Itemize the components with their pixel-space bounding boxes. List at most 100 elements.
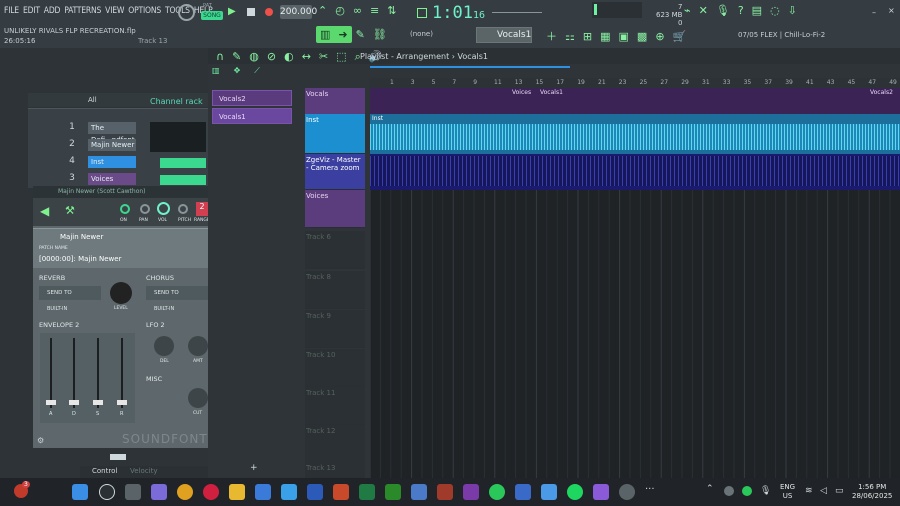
- copilot-icon[interactable]: [151, 484, 167, 500]
- browser-icon[interactable]: ▣: [619, 30, 629, 43]
- timeline-ruler[interactable]: 1 3 5 7 9 11 13 15 17 19 21 23 25 27 29 31 33 35 37 39 41 43 4…: [370, 78, 900, 88]
- mic-icon[interactable]: 🎙: [716, 4, 730, 17]
- start-icon[interactable]: [72, 484, 88, 500]
- tray-icon[interactable]: [742, 486, 752, 496]
- notes-icon[interactable]: [541, 484, 557, 500]
- arrow-icon[interactable]: ➜: [338, 28, 347, 41]
- wifi-icon[interactable]: ≋: [805, 486, 813, 496]
- clock[interactable]: 1:56 PM 28/06/2025: [852, 483, 892, 501]
- track-header-voices[interactable]: Voices: [305, 190, 365, 228]
- mute-icon[interactable]: ◐: [284, 50, 294, 63]
- slip-icon[interactable]: ↔: [302, 50, 311, 63]
- step-buttons[interactable]: [160, 175, 206, 185]
- lfo-amt-knob[interactable]: [188, 336, 208, 356]
- play-icon[interactable]: ▶: [228, 6, 236, 17]
- help-icon[interactable]: ?: [738, 4, 744, 17]
- control-label[interactable]: Control: [92, 467, 117, 475]
- plugin-db-icon[interactable]: ⊕: [655, 30, 664, 43]
- fl-studio-icon[interactable]: [281, 484, 297, 500]
- piano-icon[interactable]: ▦: [600, 30, 610, 43]
- select-icon[interactable]: ⬚: [336, 50, 346, 63]
- explorer-icon[interactable]: [229, 484, 245, 500]
- cut-knob[interactable]: [188, 388, 208, 408]
- close-icon[interactable]: ✕: [699, 4, 708, 17]
- decay-handle[interactable]: [69, 400, 79, 405]
- menu-add[interactable]: ADD: [44, 6, 61, 16]
- decay-slider[interactable]: [73, 338, 75, 408]
- sustain-handle[interactable]: [93, 400, 103, 405]
- photos-icon[interactable]: [411, 484, 427, 500]
- piano-keys-icon[interactable]: ▥: [212, 66, 220, 75]
- magnet-icon[interactable]: ∩: [216, 50, 224, 63]
- track-header-camera[interactable]: ZgeViz - Master - Camera zoom: [305, 154, 365, 190]
- chorus-builtin[interactable]: BUILT-IN: [154, 306, 174, 312]
- add-pattern-icon[interactable]: +: [250, 463, 258, 473]
- channel-name[interactable]: The Defi...ndfont: [88, 122, 136, 144]
- metronome-icon[interactable]: ⌃: [318, 4, 327, 17]
- powerpoint-icon[interactable]: [333, 484, 349, 500]
- vocals-clip[interactable]: [370, 88, 900, 114]
- settings-icon[interactable]: ⚙: [37, 436, 44, 445]
- volume-icon[interactable]: ◁: [820, 486, 827, 496]
- channel-rack-title[interactable]: Channel rack: [150, 97, 203, 106]
- chevron-up-icon[interactable]: ⌃: [706, 484, 714, 494]
- language-indicator[interactable]: ENG US: [780, 483, 795, 501]
- speaker-icon[interactable]: ◀: [40, 204, 49, 218]
- minimize-button[interactable]: –: [872, 8, 876, 17]
- track-header-empty[interactable]: Track 8: [305, 271, 365, 309]
- pattern-item[interactable]: Vocals1: [212, 108, 292, 124]
- sustain-slider[interactable]: [97, 338, 99, 408]
- wrench-icon[interactable]: ⚒: [65, 204, 75, 217]
- whatsapp-icon[interactable]: [489, 484, 505, 500]
- lfo-del-knob[interactable]: [154, 336, 174, 356]
- tray-icon[interactable]: [724, 486, 734, 496]
- vol-knob[interactable]: [157, 202, 170, 215]
- slice-icon[interactable]: ✂: [319, 50, 328, 63]
- menu-file[interactable]: FILE: [4, 6, 19, 16]
- word-icon[interactable]: [307, 484, 323, 500]
- opera-icon[interactable]: [203, 484, 219, 500]
- graph-icon[interactable]: ⌁: [684, 4, 691, 17]
- taskview-icon[interactable]: [125, 484, 141, 500]
- channel-name[interactable]: Voices: [88, 173, 136, 185]
- channel-name[interactable]: Majin Newer: [88, 139, 136, 151]
- app-icon[interactable]: [437, 484, 453, 500]
- fl-active-icon[interactable]: [619, 484, 635, 500]
- media-icon[interactable]: [593, 484, 609, 500]
- onenote-icon[interactable]: [463, 484, 479, 500]
- pitch-knob[interactable]: [178, 4, 195, 21]
- track-header-empty[interactable]: Track 12: [305, 425, 365, 463]
- link-icon[interactable]: ⛓: [373, 28, 387, 41]
- menu-edit[interactable]: EDIT: [23, 6, 40, 16]
- spotify-icon[interactable]: [567, 484, 583, 500]
- pattern-none[interactable]: (none): [410, 30, 433, 38]
- pitch-knob[interactable]: [178, 204, 188, 214]
- window-close-button[interactable]: ×: [888, 6, 895, 15]
- news-ticker[interactable]: 07/05 FLEX | Chill-Lo-Fi-2: [738, 31, 825, 39]
- plugin-icon[interactable]: ▤: [752, 4, 762, 17]
- store-icon[interactable]: [255, 484, 271, 500]
- snap-icon[interactable]: [417, 8, 427, 18]
- blend-icon[interactable]: ⇅: [387, 4, 396, 17]
- search-icon[interactable]: [99, 484, 115, 500]
- pianoroll-icon[interactable]: ▥: [320, 28, 330, 41]
- mic-tray-icon[interactable]: 🎙: [760, 486, 771, 496]
- menu-patterns[interactable]: PATTERNS: [64, 6, 101, 16]
- reverb-builtin[interactable]: BUILT-IN: [47, 306, 67, 312]
- track-header-inst[interactable]: Inst: [305, 114, 365, 154]
- tempo-display[interactable]: 200.000: [280, 5, 317, 19]
- pencil-icon[interactable]: ✎: [356, 28, 365, 41]
- track-header-empty[interactable]: Track 11: [305, 387, 365, 425]
- range-value[interactable]: 2: [196, 202, 208, 216]
- time-display[interactable]: 1:0116: [432, 3, 485, 23]
- xbox-icon[interactable]: [385, 484, 401, 500]
- reverb-level-knob[interactable]: [110, 282, 132, 304]
- curve-icon[interactable]: ⟋: [254, 66, 260, 75]
- playlist-icon[interactable]: ▩: [637, 30, 647, 43]
- draw-icon[interactable]: ✎: [232, 50, 241, 63]
- on-knob[interactable]: [120, 204, 130, 214]
- track-header-empty[interactable]: Track 6: [305, 231, 365, 269]
- pattern-selector[interactable]: Vocals1: [476, 27, 532, 43]
- app-icon[interactable]: [515, 484, 531, 500]
- excel-icon[interactable]: [359, 484, 375, 500]
